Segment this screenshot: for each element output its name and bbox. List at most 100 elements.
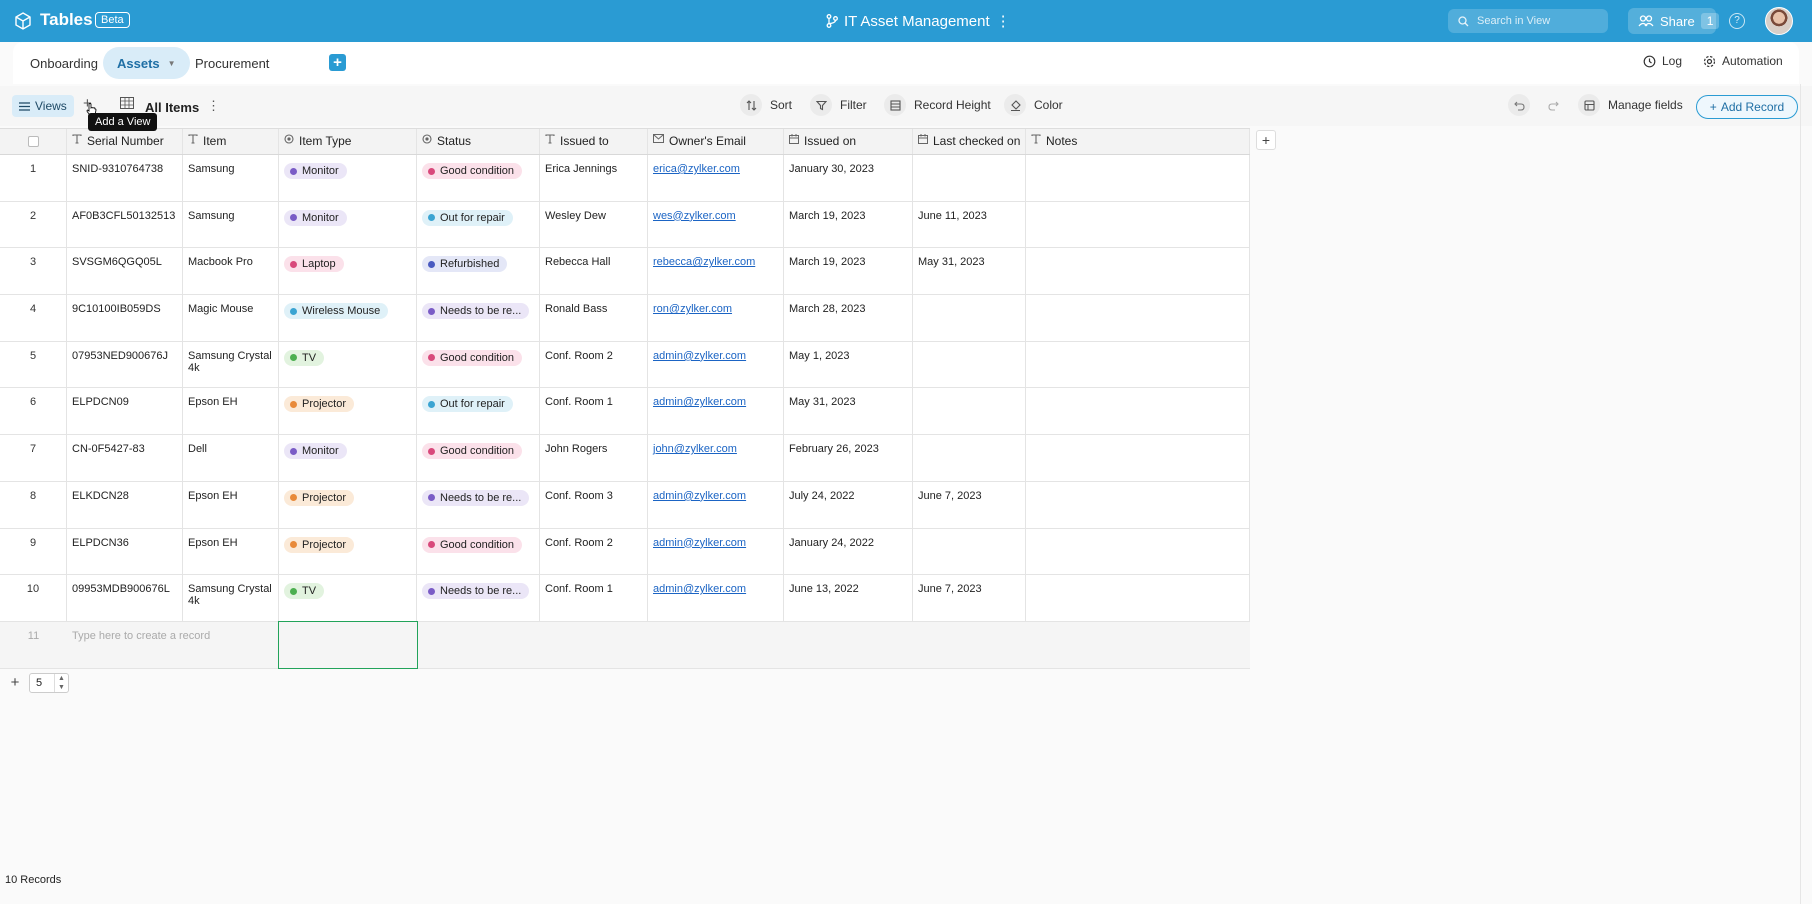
table-row[interactable]: 6 ELPDCN09 Epson EH Projector Out for repair… [0,388,1250,436]
status-cell[interactable]: Good condition [417,435,540,481]
tab-procurement[interactable]: Procurement [181,47,283,79]
view-menu-icon[interactable]: ⋮ [207,98,220,114]
notes-cell[interactable] [1026,528,1250,575]
row-number[interactable]: 3 [0,248,67,295]
issued-on-cell[interactable]: March 19, 2023 [784,201,913,248]
selected-cell[interactable] [278,620,418,669]
last-checked-cell[interactable] [913,295,1026,341]
issued-to-cell[interactable]: John Rogers [540,435,648,481]
owner-email-link[interactable]: erica@zylker.com [653,163,740,175]
status-tag[interactable]: Needs to be re... [422,303,530,320]
add-row-button[interactable]: + [5,673,25,693]
tab-onboarding[interactable]: Onboarding [16,47,112,79]
serial-number-cell[interactable]: CN-0F5427-83 [67,435,183,481]
issued-on-cell[interactable]: May 1, 2023 [784,341,913,388]
serial-number-cell[interactable]: SVSGM6QGQ05L [67,248,183,295]
owner-email-link[interactable]: john@zylker.com [653,443,737,455]
status-tag[interactable]: Good condition [422,349,522,366]
tables-logo-icon[interactable] [14,12,32,30]
serial-number-cell[interactable]: SNID-9310764738 [67,155,183,201]
issued-on-cell[interactable]: January 24, 2022 [784,528,913,575]
owner-email-cell[interactable]: wes@zylker.com [648,201,784,248]
owner-email-cell[interactable]: ron@zylker.com [648,295,784,341]
item-cell[interactable]: Macbook Pro [183,248,279,295]
base-title[interactable]: IT Asset Management ⋮ [826,12,1011,30]
notes-cell[interactable] [1026,341,1250,388]
notes-cell[interactable] [1026,248,1250,295]
table-row[interactable]: 4 9C10100IB059DS Magic Mouse Wireless Mouse… [0,295,1250,342]
owner-email-link[interactable]: rebecca@zylker.com [653,256,755,268]
item-type-cell[interactable]: Projector [279,481,417,528]
issued-on-cell[interactable]: March 19, 2023 [784,248,913,295]
column-header-issued-on[interactable]: Issued on [784,129,913,154]
add-field-button[interactable]: + [1256,130,1276,150]
status-tag[interactable]: Good condition [422,443,522,460]
item-type-tag[interactable]: TV [284,349,325,366]
owner-email-link[interactable]: admin@zylker.com [653,396,746,408]
column-header-notes[interactable]: Notes [1026,129,1250,154]
item-type-tag[interactable]: Wireless Mouse [284,303,389,320]
table-row[interactable]: 8 ELKDCN28 Epson EH Projector Needs to be re… [0,481,1250,529]
notes-cell[interactable] [1026,575,1250,621]
last-checked-cell[interactable] [913,388,1026,435]
notes-cell[interactable] [1026,201,1250,248]
issued-to-cell[interactable]: Conf. Room 2 [540,528,648,575]
views-button[interactable]: Views [12,95,74,117]
item-cell[interactable]: Samsung Crystal 4k [183,341,279,388]
last-checked-cell[interactable] [913,528,1026,575]
item-type-cell[interactable]: Wireless Mouse [279,295,417,341]
status-cell[interactable]: Needs to be re... [417,575,540,621]
item-cell[interactable]: Dell [183,435,279,481]
table-row[interactable]: 7 CN-0F5427-83 Dell Monitor Good condition Jo… [0,435,1250,482]
row-number[interactable]: 9 [0,528,67,575]
new-record-row[interactable]: 11 Type here to create a record [0,620,1250,669]
item-type-tag[interactable]: TV [284,583,325,600]
last-checked-cell[interactable] [913,341,1026,388]
item-type-tag[interactable]: Laptop [284,256,344,273]
owner-email-cell[interactable]: john@zylker.com [648,435,784,481]
select-all-checkbox[interactable] [0,129,67,154]
owner-email-link[interactable]: admin@zylker.com [653,350,746,362]
status-tag[interactable]: Needs to be re... [422,489,530,506]
item-type-cell[interactable]: TV [279,575,417,621]
add-record-button[interactable]: + Add Record [1696,95,1798,119]
issued-on-cell[interactable]: May 31, 2023 [784,388,913,435]
owner-email-cell[interactable]: admin@zylker.com [648,481,784,528]
notes-cell[interactable] [1026,155,1250,201]
status-tag[interactable]: Good condition [422,163,522,179]
issued-to-cell[interactable]: Ronald Bass [540,295,648,341]
last-checked-cell[interactable]: May 31, 2023 [913,248,1026,295]
notes-cell[interactable] [1026,295,1250,341]
owner-email-link[interactable]: admin@zylker.com [653,537,746,549]
item-cell[interactable]: Samsung [183,201,279,248]
item-type-cell[interactable]: Monitor [279,201,417,248]
status-cell[interactable]: Good condition [417,528,540,575]
record-height-button[interactable]: Record Height [884,94,991,116]
row-number[interactable]: 5 [0,341,67,388]
serial-number-cell[interactable]: ELKDCN28 [67,481,183,528]
status-cell[interactable]: Needs to be re... [417,295,540,341]
last-checked-cell[interactable]: June 11, 2023 [913,201,1026,248]
item-cell[interactable]: Epson EH [183,481,279,528]
serial-number-cell[interactable]: 09953MDB900676L [67,575,183,621]
item-type-tag[interactable]: Monitor [284,163,347,179]
add-table-button[interactable]: + [329,54,346,71]
search-input[interactable]: Search in View [1448,9,1608,33]
row-number[interactable]: 1 [0,155,67,201]
status-tag[interactable]: Out for repair [422,396,513,413]
item-cell[interactable]: Samsung [183,155,279,201]
app-name[interactable]: Tables [40,10,93,30]
automation-button[interactable]: Automation [1703,54,1783,68]
stepper-arrows-icon[interactable]: ▲ ▼ [54,674,68,692]
table-row[interactable]: 10 09953MDB900676L Samsung Crystal 4k TV Nee… [0,575,1250,622]
status-tag[interactable]: Needs to be re... [422,583,530,600]
column-header-last-checked-on[interactable]: Last checked on [913,129,1026,154]
row-number[interactable]: 10 [0,575,67,621]
last-checked-cell[interactable] [913,435,1026,481]
item-type-tag[interactable]: Monitor [284,209,347,226]
owner-email-cell[interactable]: admin@zylker.com [648,528,784,575]
notes-cell[interactable] [1026,481,1250,528]
filter-button[interactable]: Filter [810,94,867,116]
manage-fields-button[interactable]: Manage fields [1578,94,1683,116]
item-type-tag[interactable]: Projector [284,396,355,413]
